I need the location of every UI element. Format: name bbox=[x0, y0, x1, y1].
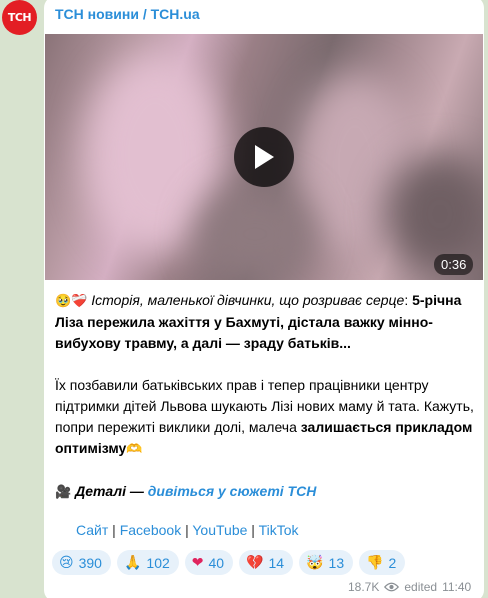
play-icon bbox=[255, 145, 274, 169]
red-heart-icon: ❤ bbox=[191, 554, 204, 571]
story-intro: Історія, маленької дівчинки, що розриває… bbox=[91, 292, 405, 308]
channel-name[interactable]: ТСН новини / TCH.ua bbox=[55, 6, 200, 22]
thumbs-down-icon: 👎 bbox=[366, 554, 384, 571]
post-paragraph-3: 🎥 Деталі — дивіться у сюжеті ТСН bbox=[55, 481, 479, 503]
message-time: 11:40 bbox=[442, 580, 472, 594]
site-link[interactable]: Сайт bbox=[76, 522, 108, 538]
separator: | bbox=[181, 522, 193, 538]
reaction-broken-heart[interactable]: 💔 14 bbox=[239, 550, 294, 575]
reaction-count: 102 bbox=[146, 554, 170, 571]
avatar-logo-text: ТСН bbox=[7, 11, 32, 24]
separator: | bbox=[247, 522, 259, 538]
reaction-count: 390 bbox=[78, 554, 102, 571]
crying-face-icon: 😢 bbox=[59, 554, 74, 571]
separator: | bbox=[108, 522, 120, 538]
video-duration: 0:36 bbox=[434, 254, 474, 275]
face-holding-tears-mending-heart-icon: 🥹❤️‍🩹 bbox=[55, 294, 88, 309]
footer-links: Сайт | Facebook | YouTube | TikTok bbox=[76, 522, 299, 538]
edited-label: edited bbox=[404, 580, 438, 594]
post-paragraph-1: 🥹❤️‍🩹 Історія, маленької дівчинки, що ро… bbox=[55, 290, 479, 354]
view-count: 18.7K bbox=[348, 580, 380, 594]
youtube-link[interactable]: YouTube bbox=[192, 522, 247, 538]
reaction-mind-blown[interactable]: 🤯 13 bbox=[299, 550, 354, 575]
reaction-thumbs-down[interactable]: 👎 2 bbox=[359, 550, 406, 575]
movie-camera-icon: 🎥 bbox=[55, 485, 72, 500]
broken-heart-icon: 💔 bbox=[246, 554, 264, 571]
reaction-count: 2 bbox=[388, 554, 397, 571]
exploding-head-icon: 🤯 bbox=[306, 554, 324, 571]
reactions-bar: 😢 390 🙏 102 ❤ 40 💔 14 🤯 13 👎 2 bbox=[52, 550, 406, 575]
reaction-heart[interactable]: ❤ 40 bbox=[184, 550, 234, 575]
reaction-count: 13 bbox=[328, 554, 345, 571]
eye-icon bbox=[384, 582, 400, 592]
reaction-count: 14 bbox=[268, 554, 285, 571]
tiktok-link[interactable]: TikTok bbox=[259, 522, 299, 538]
watch-story-link[interactable]: дивіться у сюжеті ТСН bbox=[148, 483, 317, 499]
play-button[interactable] bbox=[234, 127, 294, 187]
heart-hands-icon: 🫶 bbox=[126, 442, 143, 457]
post-text: 🥹❤️‍🩹 Історія, маленької дівчинки, що ро… bbox=[55, 290, 479, 524]
message-meta: 18.7K edited 11:40 bbox=[348, 580, 471, 594]
details-label: Деталі — bbox=[75, 483, 144, 499]
video-thumbnail-blur bbox=[195, 184, 315, 280]
reaction-count: 40 bbox=[208, 554, 225, 571]
reaction-pray[interactable]: 🙏 102 bbox=[116, 550, 179, 575]
reaction-crying[interactable]: 😢 390 bbox=[52, 550, 111, 575]
facebook-link[interactable]: Facebook bbox=[120, 522, 181, 538]
folded-hands-icon: 🙏 bbox=[123, 554, 142, 571]
channel-avatar[interactable]: ТСН bbox=[2, 0, 37, 35]
colon: : bbox=[404, 292, 409, 308]
post-paragraph-2: Їх позбавили батьківських прав і тепер п… bbox=[55, 375, 479, 460]
